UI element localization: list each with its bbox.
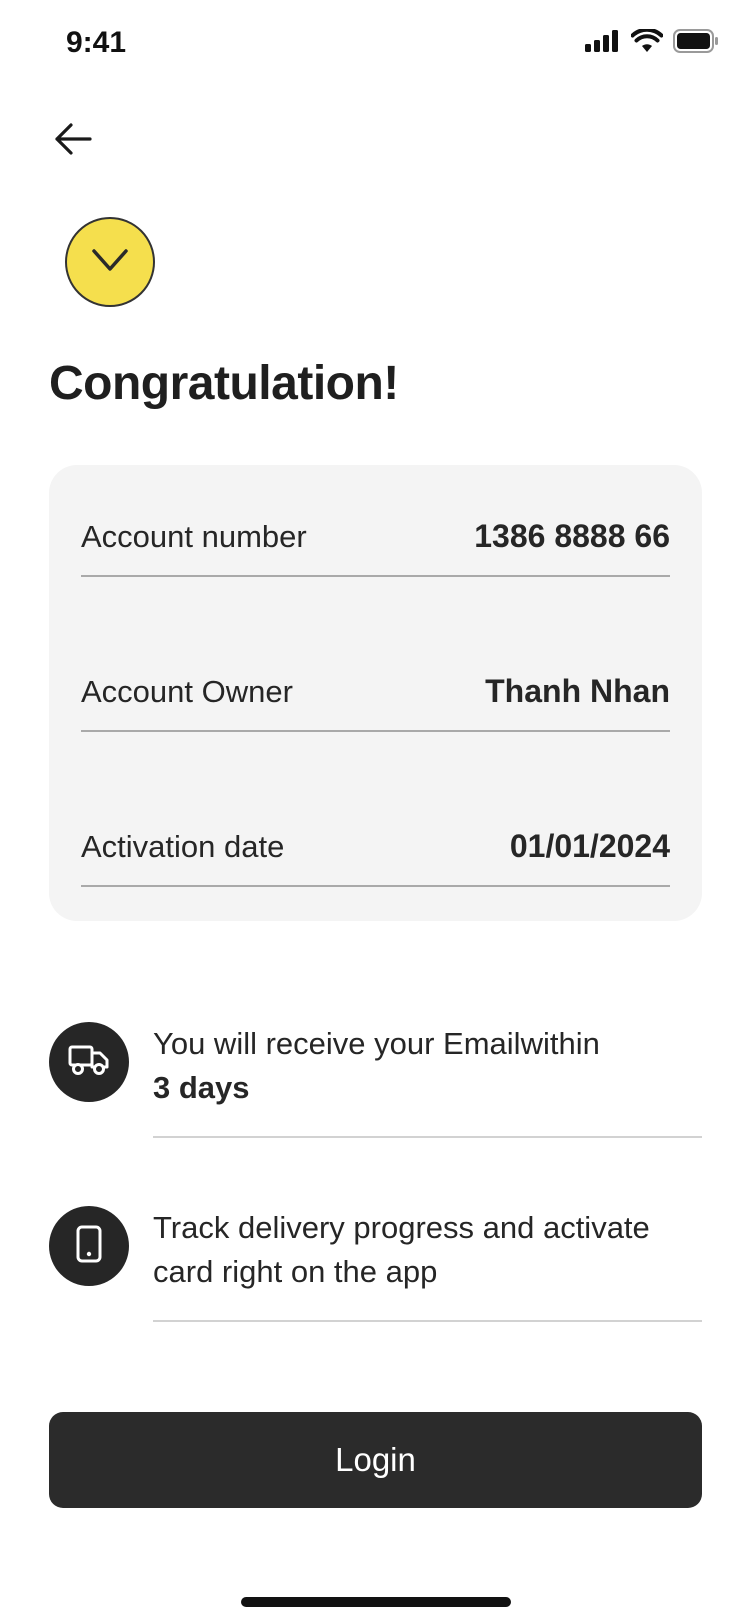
account-info-card: Account number 1386 8888 66 Account Owne…	[49, 465, 702, 921]
activation-date-value: 01/01/2024	[509, 828, 670, 864]
activation-date-label: Activation date	[81, 829, 285, 864]
status-bar: 9:41	[0, 0, 751, 92]
account-number-value: 1386 8888 66	[474, 518, 670, 554]
page-title: Congratulation!	[49, 357, 399, 410]
arrow-left-icon	[54, 122, 92, 161]
divider	[153, 1136, 702, 1138]
cellular-signal-icon	[585, 29, 621, 57]
smartphone-icon	[76, 1225, 102, 1268]
wifi-icon	[630, 27, 664, 58]
check-icon	[90, 245, 130, 280]
track-delivery-text: Track delivery progress and activate car…	[153, 1210, 650, 1289]
account-owner-row: Account Owner Thanh Nhan	[81, 652, 670, 732]
account-owner-label: Account Owner	[81, 674, 293, 709]
email-delivery-message: You will receive your Emailwithin	[153, 1026, 600, 1061]
home-indicator	[241, 1597, 511, 1607]
divider	[153, 1320, 702, 1322]
email-delivery-days: 3 days	[153, 1070, 250, 1105]
activation-date-row: Activation date 01/01/2024	[81, 807, 670, 887]
account-number-label: Account number	[81, 519, 307, 554]
battery-icon	[673, 28, 719, 58]
login-button[interactable]: Login	[49, 1412, 702, 1508]
account-number-row: Account number 1386 8888 66	[81, 497, 670, 577]
success-badge	[65, 217, 155, 307]
status-time: 9:41	[66, 26, 127, 59]
back-button[interactable]	[50, 118, 96, 164]
smartphone-icon-badge	[49, 1206, 129, 1286]
account-owner-value: Thanh Nhan	[485, 673, 670, 709]
truck-icon-badge	[49, 1022, 129, 1102]
email-delivery-text: You will receive your Emailwithin 3 days	[153, 1022, 702, 1110]
truck-icon	[68, 1043, 110, 1082]
status-icons	[585, 27, 719, 58]
